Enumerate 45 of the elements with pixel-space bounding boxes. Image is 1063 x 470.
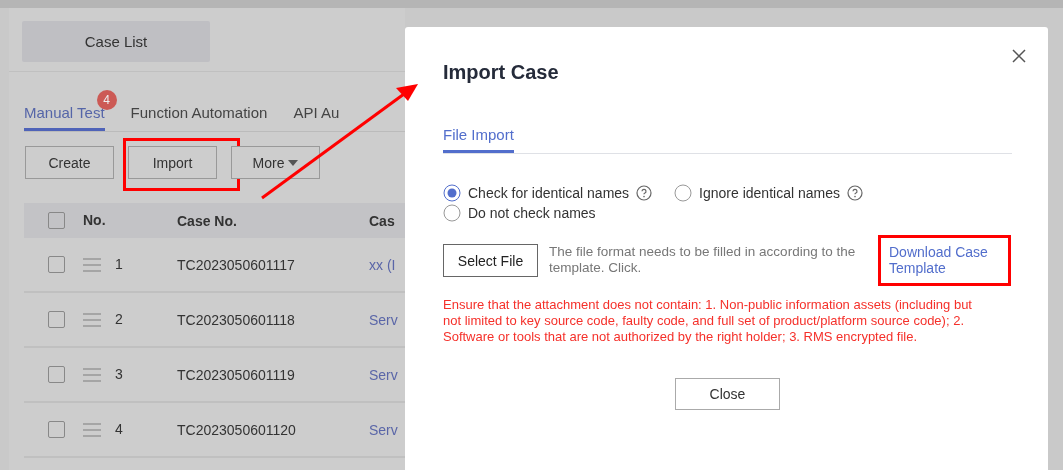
checkbox[interactable] — [48, 421, 65, 439]
tab[interactable]: File Import — [443, 126, 514, 153]
close-button[interactable]: Close — [675, 378, 780, 410]
row-number: 1 — [115, 255, 123, 272]
case-list-tab[interactable]: Case List — [22, 21, 210, 62]
column-header: No. — [83, 211, 106, 228]
checkbox[interactable] — [48, 366, 65, 384]
toolbar-button[interactable]: More — [231, 146, 320, 179]
caret-icon — [288, 159, 299, 166]
row-number: 3 — [115, 365, 123, 382]
close-icon[interactable] — [1012, 49, 1026, 63]
radio-label[interactable]: Check for identical names — [468, 185, 630, 201]
radio-label[interactable]: Do not check names — [468, 205, 596, 221]
checkbox[interactable] — [48, 311, 65, 329]
row-number: 4 — [115, 420, 123, 437]
select-file-button[interactable]: Select File — [443, 244, 538, 277]
count-badge: 4 — [96, 90, 117, 110]
case-name-link[interactable]: xx (I — [369, 256, 396, 273]
dialog-title: Import Case — [443, 61, 560, 84]
case-number: TC2023050601117 — [177, 256, 295, 273]
case-number: TC2023050601119 — [177, 366, 295, 383]
checkbox[interactable] — [48, 212, 65, 230]
download-link[interactable]: Download Case Template — [889, 244, 999, 276]
drag-handle-icon[interactable] — [83, 312, 101, 327]
checkbox[interactable] — [48, 256, 65, 274]
tab[interactable]: Function Automation — [130, 104, 268, 131]
radio-label[interactable]: Ignore identical names — [699, 185, 840, 201]
column-header: Case No. — [177, 212, 237, 229]
radio-button[interactable] — [443, 204, 461, 222]
radio-button[interactable] — [443, 184, 461, 202]
tab[interactable]: API Au — [293, 104, 340, 131]
case-number: TC2023050601118 — [177, 311, 295, 328]
help-icon[interactable] — [846, 185, 863, 201]
drag-handle-icon[interactable] — [83, 257, 101, 272]
drag-handle-icon[interactable] — [83, 367, 101, 382]
case-number: TC2023050601120 — [177, 421, 296, 438]
radio-button[interactable] — [674, 184, 693, 202]
column-header: Cas — [369, 212, 395, 229]
toolbar-button[interactable]: Import — [128, 146, 217, 179]
hint-text: The file format needs to be filled in according to the template. Click. — [549, 244, 857, 276]
toolbar-button[interactable]: Create — [25, 146, 114, 179]
help-icon[interactable] — [636, 185, 653, 201]
warning-text: Ensure that the attachment does not contain: 1. Non-public information assets (including but not limited to key source code, faulty code, and full set of product/platform source code); 2. Software or tools that are not authorized by the right holder; 3. RMS encrypted file. — [443, 297, 973, 345]
drag-handle-icon[interactable] — [83, 422, 101, 437]
row-number: 2 — [115, 310, 123, 327]
